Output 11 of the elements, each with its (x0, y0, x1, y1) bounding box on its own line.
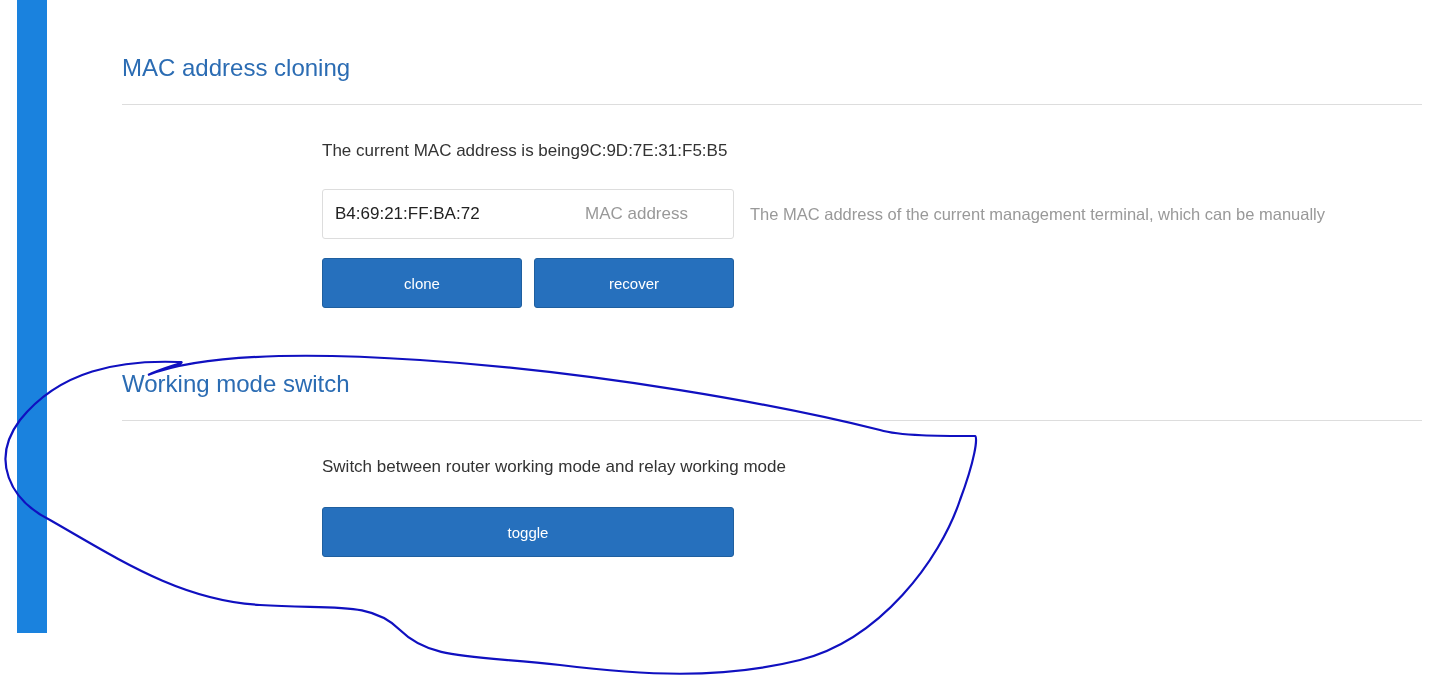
section-title: MAC address cloning (122, 53, 352, 83)
action-button[interactable]: clone (322, 258, 522, 308)
section-title: Working mode switch (122, 369, 351, 399)
action-button[interactable]: recover (534, 258, 734, 308)
action-button[interactable]: toggle (322, 507, 734, 557)
field-label: MAC address (585, 204, 688, 224)
mac-address-field[interactable]: B4:69:21:FF:BA:72 MAC address (322, 189, 734, 239)
description-text: Switch between router working mode and relay working mode (322, 456, 787, 478)
description-text: The current MAC address is being9C:9D:7E:31:F5:B5 (322, 140, 729, 162)
field-value: B4:69:21:FF:BA:72 (334, 204, 481, 224)
help-text: The MAC address of the current management terminal, which can be manually (750, 204, 1326, 224)
